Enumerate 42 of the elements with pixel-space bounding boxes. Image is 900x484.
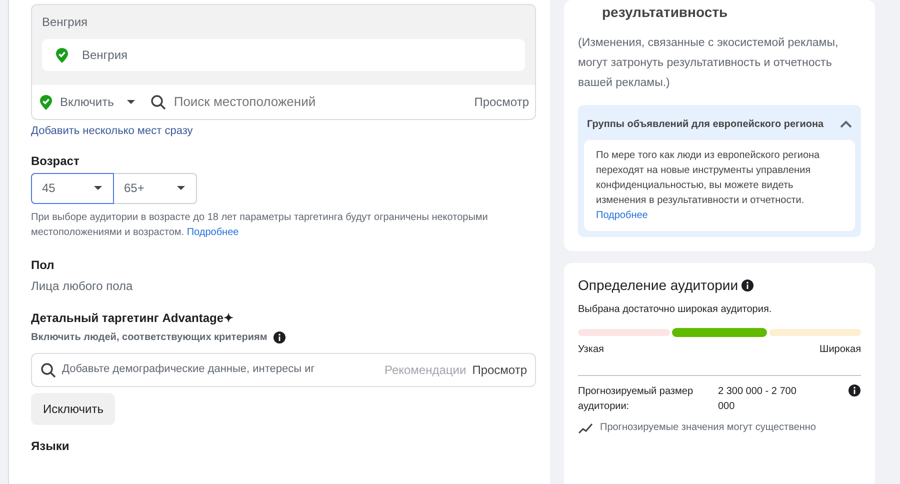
audience-size-label: Прогнозируемый размер аудитории: bbox=[578, 385, 694, 414]
languages-label: Языки bbox=[31, 438, 70, 454]
gender-value: Лица любого пола bbox=[31, 278, 134, 294]
audience-status: Выбрана достаточно широкая аудитория. bbox=[578, 303, 773, 317]
learn-more-link[interactable]: Подробнее bbox=[186, 226, 239, 238]
audience-title: Определение аудитории bbox=[578, 276, 738, 295]
audience-size-value: 2 300 000 - 2 700 000 bbox=[718, 385, 798, 414]
exclude-button[interactable]: Исключить bbox=[31, 392, 116, 424]
accordion-header[interactable]: Группы объявлений для европейского региона bbox=[584, 111, 855, 137]
location-group-title: Венгрия bbox=[42, 14, 89, 31]
include-label: Включить bbox=[60, 94, 114, 111]
accordion-text: По мере того как люди из европейского региона переходят на новые инструменты управления конфиденциальностью, вы можете видеть изменения в результативности и отчетности. Подробнее bbox=[584, 140, 855, 231]
include-dropdown[interactable]: Включить bbox=[38, 93, 136, 111]
age-label: Возраст bbox=[31, 152, 80, 170]
location-pin-icon bbox=[38, 94, 54, 110]
caret-icon bbox=[176, 185, 186, 191]
chart-icon bbox=[578, 422, 594, 434]
age-hint-text: При выборе аудитории в возрасте до 18 лет параметры таргетинга будут ограничены некоторыми местоположениями и возрастом. Подробнее bbox=[31, 210, 489, 240]
search-icon bbox=[40, 362, 56, 378]
bulk-add-link[interactable]: Добавить несколько мест сразу bbox=[31, 123, 193, 140]
location-pin-icon bbox=[54, 46, 70, 64]
impact-description: (Изменения, связанные с экосистемой рекламы, могут затронуть результативность и отчетность вашей рекламы.) bbox=[578, 36, 840, 91]
narrow-label: Узкая bbox=[578, 343, 604, 357]
age-select[interactable]: 45 bbox=[31, 172, 114, 204]
criteria-label: Включить людей, соответствующих критериям bbox=[31, 330, 268, 344]
targeting-search-field[interactable]: Добавьте демографические данные, интересы иг Рекомендации Просмотр bbox=[31, 352, 536, 386]
info-icon bbox=[273, 330, 286, 344]
info-icon bbox=[741, 279, 754, 292]
search-icon bbox=[150, 94, 166, 110]
impact-title: результативность bbox=[602, 3, 729, 22]
learn-more-link[interactable]: Подробнее bbox=[596, 210, 648, 221]
browse-link[interactable]: Просмотр bbox=[474, 93, 529, 111]
location-name: Венгрия bbox=[82, 47, 128, 64]
broad-label: Широкая bbox=[820, 343, 861, 357]
caret-icon bbox=[126, 99, 136, 105]
gender-label: Пол bbox=[31, 256, 56, 274]
detailed-targeting-label: Детальный таргетинг Advantage✦ bbox=[31, 310, 235, 326]
caret-icon bbox=[93, 185, 103, 191]
estimate-note: Прогнозируемые значения могут существенно bbox=[600, 421, 816, 435]
info-icon bbox=[848, 384, 861, 397]
age-select[interactable]: 65+ bbox=[114, 172, 197, 204]
browse-link[interactable]: Просмотр bbox=[472, 360, 527, 378]
